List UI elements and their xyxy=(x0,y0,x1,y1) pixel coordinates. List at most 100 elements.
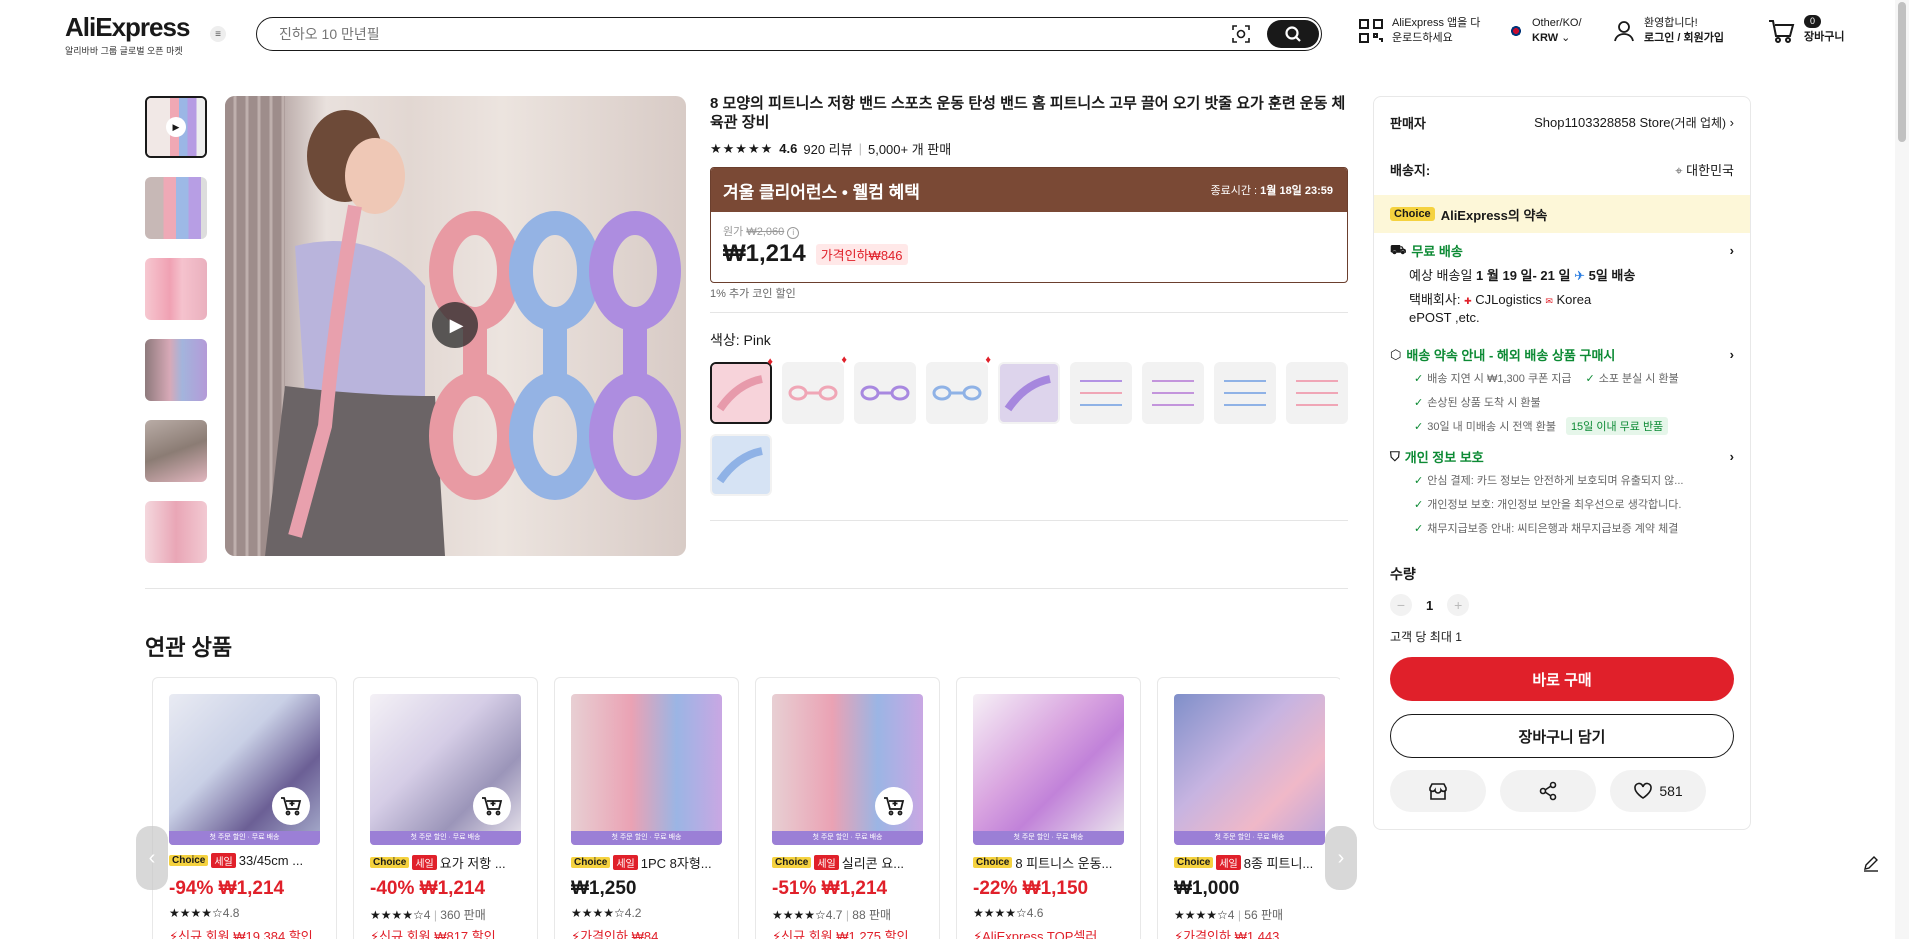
product-thumbnail[interactable]: 첫 주문 할인 · 무료 배송 xyxy=(370,694,521,845)
add-to-cart-button[interactable] xyxy=(272,787,310,825)
product-name: 1PC 8자형... xyxy=(640,856,712,871)
add-to-cart-button[interactable] xyxy=(875,787,913,825)
carousel-prev-button[interactable]: ‹ xyxy=(136,826,168,890)
thumbnail-video[interactable]: ▶ xyxy=(145,96,207,158)
image-search-icon[interactable] xyxy=(1231,24,1251,44)
promise-text: 배송 지연 시 ₩1,300 쿠폰 지급 xyxy=(1427,373,1572,385)
color-swatch[interactable] xyxy=(854,362,916,424)
scrollbar-thumb[interactable] xyxy=(1898,2,1906,142)
login-signup-link[interactable]: 로그인 / 회원가입 xyxy=(1644,32,1724,44)
divider: | xyxy=(858,141,862,156)
product-thumbnail[interactable]: 첫 주문 할인 · 무료 배송 xyxy=(169,694,320,845)
account-menu[interactable]: 환영합니다! 로그인 / 회원가입 xyxy=(1612,16,1724,46)
related-product-card[interactable]: 첫 주문 할인 · 무료 배송 Choice 세일 33/45cm ... -94% ₩… xyxy=(152,677,337,939)
courier-line-2: ePOST ,etc. xyxy=(1409,310,1480,325)
main-product-image[interactable]: ▶ xyxy=(225,96,686,556)
aliexpress-logo[interactable]: AliExpress 알리바바 그룹 글로벌 오픈 마켓 xyxy=(65,12,190,57)
product-name-row: Choice 8 피트니스 운동... xyxy=(973,853,1128,872)
hot-icon: ♦ xyxy=(985,354,991,366)
thumbnail-image[interactable] xyxy=(145,420,207,482)
color-swatch-blue[interactable] xyxy=(710,434,772,496)
play-video-button[interactable]: ▶ xyxy=(432,302,478,348)
color-swatch[interactable] xyxy=(998,362,1060,424)
product-thumbnail[interactable]: 첫 주문 할인 · 무료 배송 xyxy=(1174,694,1325,845)
color-swatch[interactable] xyxy=(1214,362,1276,424)
thumbnail-image[interactable] xyxy=(145,177,207,239)
color-swatch[interactable] xyxy=(1070,362,1132,424)
edit-icon[interactable] xyxy=(1858,850,1884,876)
location-pin-icon: ⌖ xyxy=(1675,163,1683,178)
color-label: 색상: Pink xyxy=(710,332,771,348)
decrease-button[interactable]: − xyxy=(1390,594,1412,616)
coin-discount-note: 1% 추가 코인 할인 xyxy=(710,288,796,300)
promise-text: 소포 분실 시 환불 xyxy=(1598,373,1679,385)
store-icon xyxy=(1429,783,1447,800)
related-product-card[interactable]: 첫 주문 할인 · 무료 배송 Choice 세일 8종 피트니... ₩1,000 ★★… xyxy=(1157,677,1340,939)
shipping-strip: 첫 주문 할인 · 무료 배송 xyxy=(772,831,923,845)
quantity-value[interactable]: 1 xyxy=(1426,598,1433,613)
rating-row: ★★★★☆4 | 360 판매 xyxy=(370,906,486,923)
product-thumbnail[interactable]: 첫 주문 할인 · 무료 배송 xyxy=(571,694,722,845)
choice-badge: Choice xyxy=(973,857,1013,868)
related-product-card[interactable]: 첫 주문 할인 · 무료 배송 Choice 세일 요가 저항 ... -40% ₩1,… xyxy=(353,677,538,939)
carousel-next-button[interactable]: › xyxy=(1325,826,1357,890)
search-input[interactable] xyxy=(279,24,1179,44)
color-swatch[interactable]: ♦ xyxy=(782,354,847,424)
thumbnail-image[interactable] xyxy=(145,258,207,320)
color-swatch[interactable] xyxy=(1286,362,1348,424)
related-products-title: 연관 상품 xyxy=(145,635,233,660)
price-row: ₩1,214 가격인하₩846 xyxy=(723,240,908,268)
promo-text: 신규 회원 ₩1,275 할인 xyxy=(781,929,909,939)
color-swatch[interactable]: ♦ xyxy=(926,354,991,424)
privacy-header[interactable]: ⛉ 개인 정보 보호 › xyxy=(1390,447,1734,466)
delivery-promise-header[interactable]: ⬡ 배송 약속 안내 - 해외 배송 상품 구매시 › xyxy=(1390,345,1734,364)
flash-icon: ⚡ xyxy=(370,929,380,939)
page-scrollbar[interactable] xyxy=(1895,0,1909,939)
choice-badge: Choice xyxy=(370,857,410,868)
product-thumbnail[interactable]: 첫 주문 할인 · 무료 배송 xyxy=(973,694,1124,845)
locale-selector[interactable]: Other/KO/KRW ⌄ xyxy=(1508,16,1582,46)
wishlist-button[interactable]: 581 xyxy=(1610,770,1706,812)
review-count[interactable]: 920 리뷰 xyxy=(803,139,852,158)
product-thumbnail[interactable]: 첫 주문 할인 · 무료 배송 xyxy=(772,694,923,845)
store-button[interactable] xyxy=(1390,770,1486,812)
thumbnail-image[interactable] xyxy=(145,339,207,401)
related-product-card[interactable]: 첫 주문 할인 · 무료 배송 Choice 세일 실리콘 요... -51% ₩1,2… xyxy=(755,677,940,939)
buy-now-button[interactable]: 바로 구매 xyxy=(1390,657,1734,701)
color-swatch-pink[interactable]: ♦ xyxy=(710,356,773,424)
original-price-label: 원가 xyxy=(723,226,744,238)
related-product-card[interactable]: 첫 주문 할인 · 무료 배송 Choice 세일 1PC 8자형... ₩1,250 ★… xyxy=(554,677,739,939)
ship-to-row[interactable]: 배송지: ⌖ 대한민국 xyxy=(1390,160,1734,179)
menu-icon[interactable]: ≡ xyxy=(210,26,226,42)
divider: | xyxy=(845,908,849,922)
add-to-cart-button[interactable] xyxy=(473,787,511,825)
divider: | xyxy=(433,908,437,922)
app-download[interactable]: AliExpress 앱을 다 운로드하세요 xyxy=(1358,16,1480,46)
search-button[interactable] xyxy=(1267,20,1319,48)
related-product-card[interactable]: 첫 주문 할인 · 무료 배송 Choice 8 피트니스 운동... -22% ₩1… xyxy=(956,677,1141,939)
free-shipping-header[interactable]: ⛟ 무료 배송 › xyxy=(1390,241,1734,260)
increase-button[interactable]: + xyxy=(1447,594,1470,616)
privacy-text: 채무지급보증 안내: 씨티은행과 채무지급보증 계약 체결 xyxy=(1427,523,1679,535)
divider xyxy=(145,588,1348,589)
product-name: 8 피트니스 운동... xyxy=(1015,856,1113,871)
related-products-carousel: 첫 주문 할인 · 무료 배송 Choice 세일 33/45cm ... -94% ₩… xyxy=(152,677,1340,939)
product-name: 실리콘 요... xyxy=(841,856,905,871)
product-name-row: Choice 세일 8종 피트니... xyxy=(1174,853,1329,872)
product-price: -40% ₩1,214 xyxy=(370,878,486,899)
shipping-strip: 첫 주문 할인 · 무료 배송 xyxy=(973,831,1124,845)
check-icon: ✓ xyxy=(1414,522,1424,535)
product-price: -94% ₩1,214 xyxy=(169,878,285,899)
korea-post-icon: ✉ xyxy=(1545,296,1553,306)
thumbnail-image[interactable] xyxy=(145,501,207,563)
logo-text: AliExpress xyxy=(65,12,190,42)
seller-row[interactable]: 판매자 Shop1103328858 Store(거래 업체) › xyxy=(1390,113,1734,132)
divider xyxy=(710,312,1348,313)
product-name-row: Choice 세일 요가 저항 ... xyxy=(370,853,525,872)
add-to-cart-button[interactable]: 장바구니 담기 xyxy=(1390,714,1734,758)
share-button[interactable] xyxy=(1500,770,1596,812)
info-icon[interactable]: i xyxy=(787,227,800,239)
chevron-right-icon: › xyxy=(1729,115,1734,130)
user-icon xyxy=(1614,21,1634,42)
color-swatch[interactable] xyxy=(1142,362,1204,424)
